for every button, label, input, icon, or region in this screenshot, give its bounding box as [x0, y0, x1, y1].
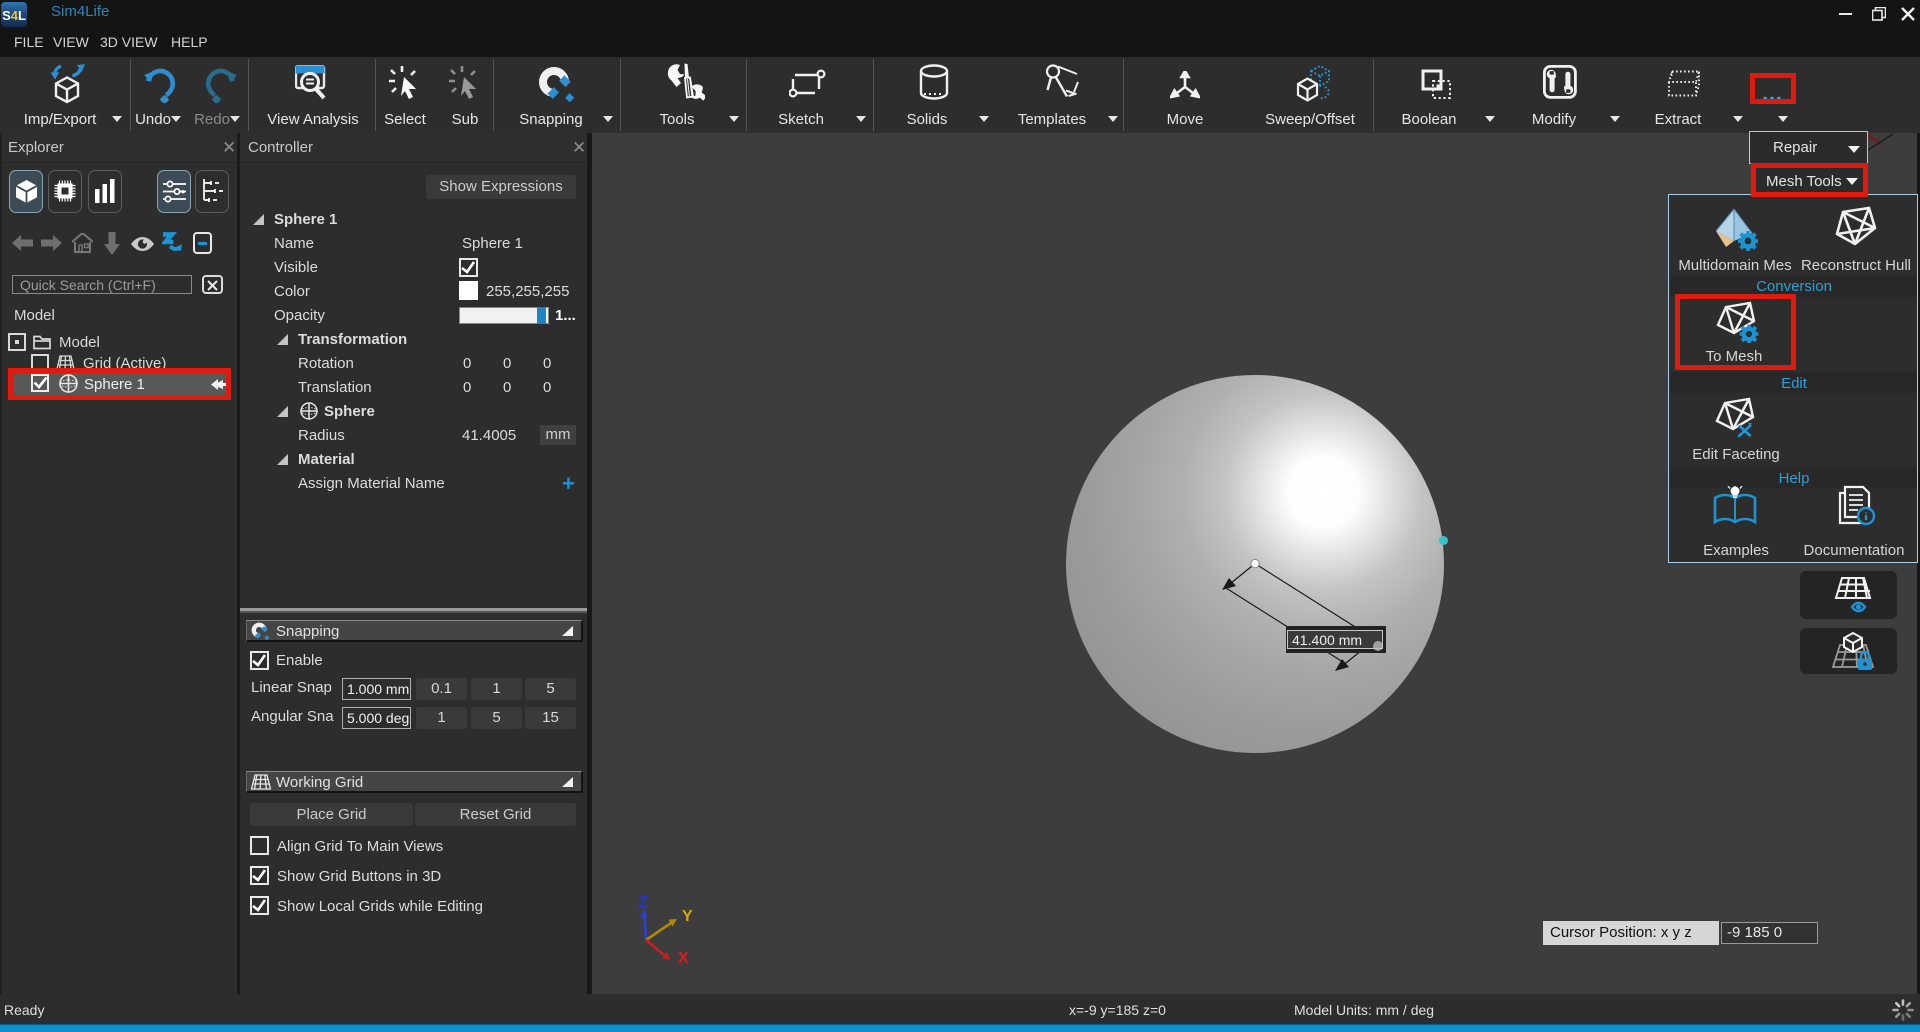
svg-text:Z: Z [638, 894, 648, 911]
svg-text:Y: Y [682, 908, 693, 925]
svg-text:X: X [678, 950, 689, 963]
